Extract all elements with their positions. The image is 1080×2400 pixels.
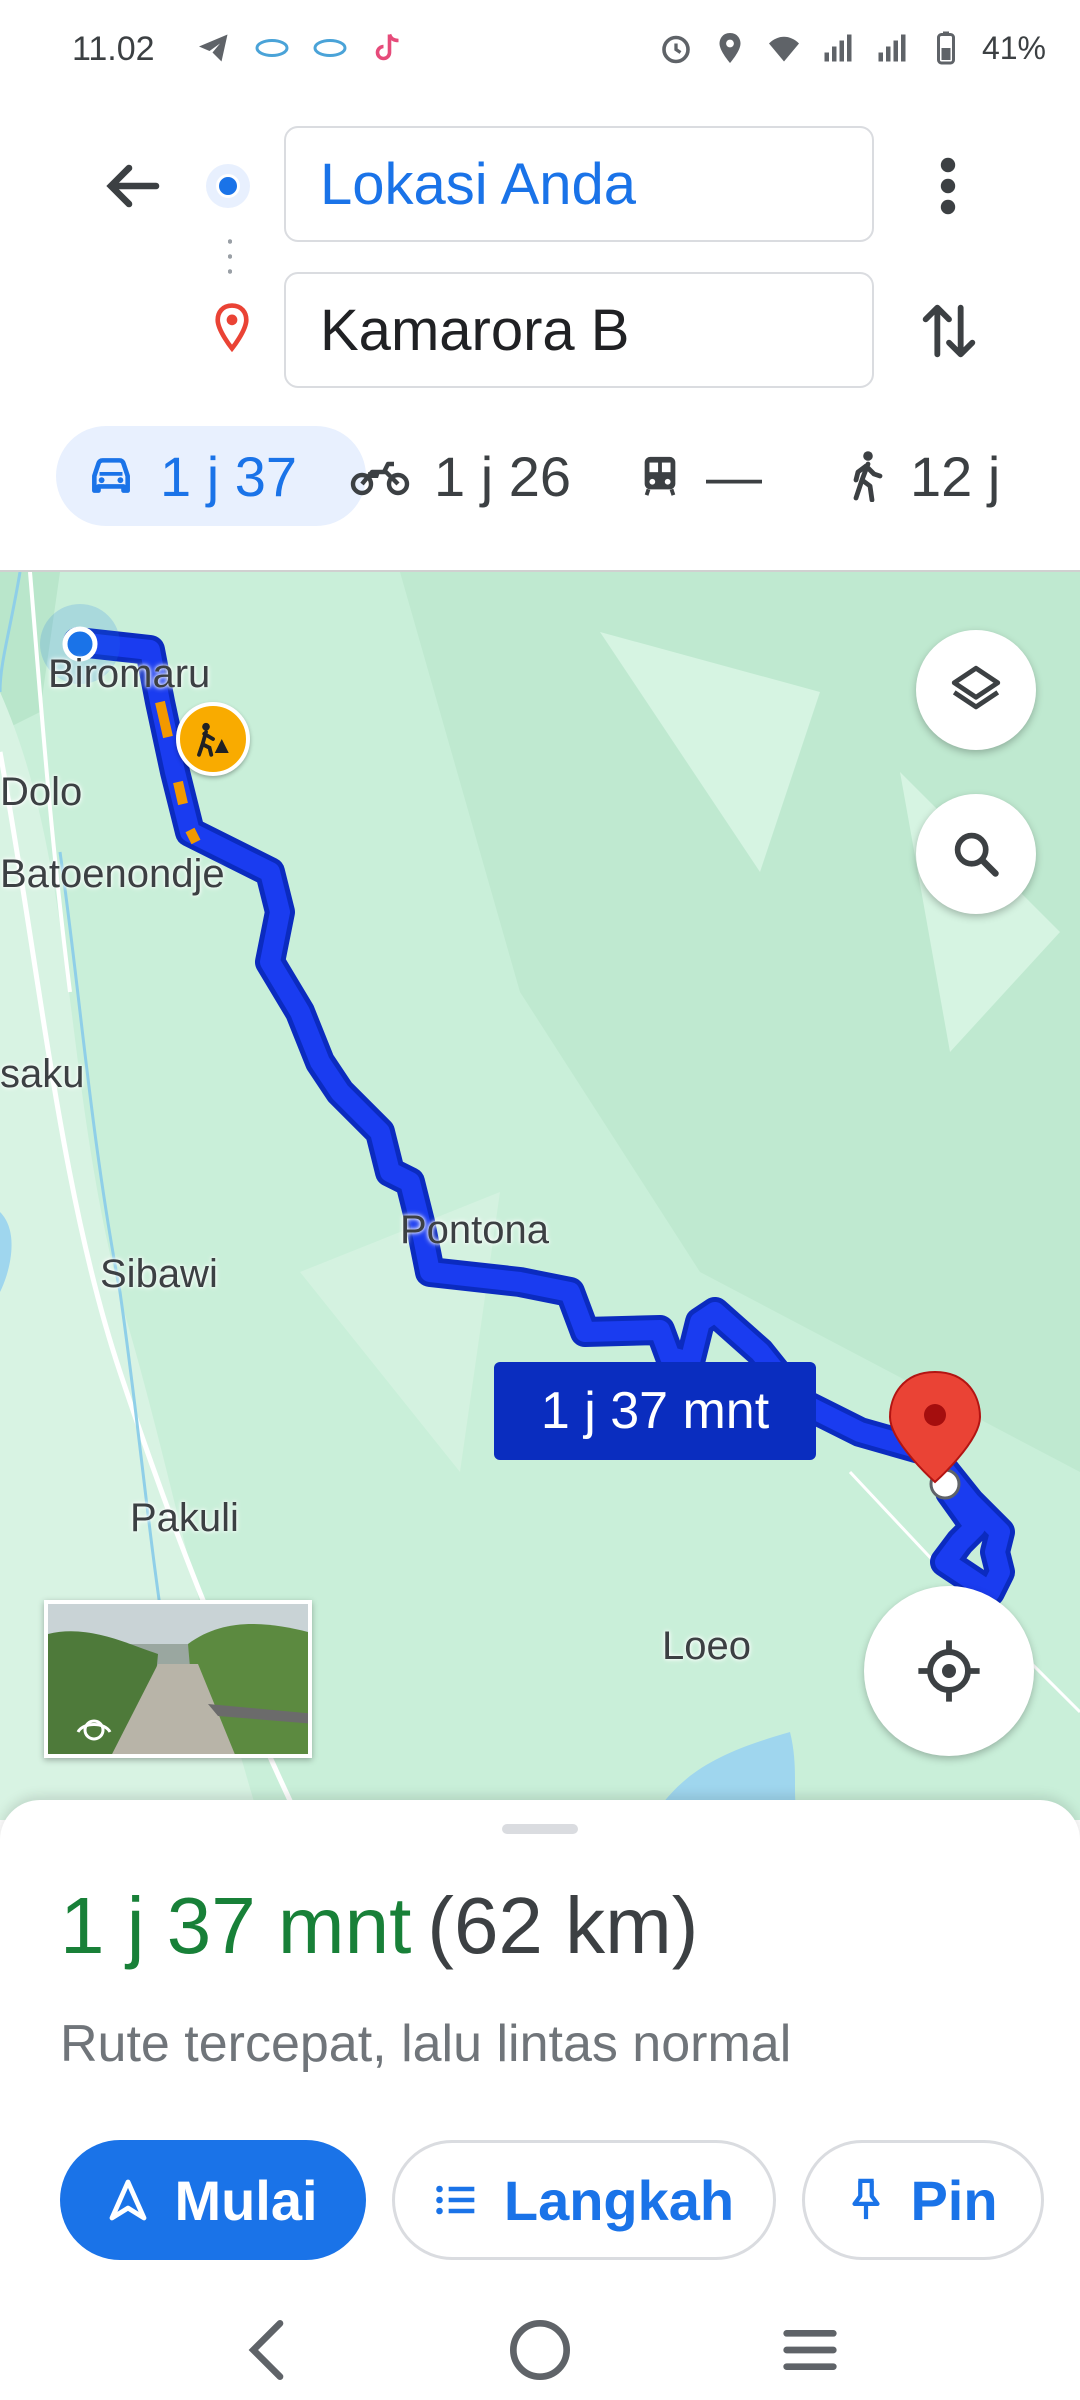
pin-button[interactable]: Pin bbox=[802, 2140, 1044, 2260]
search-along-route-button[interactable] bbox=[916, 794, 1036, 914]
place-label: Loeo bbox=[662, 1624, 751, 1668]
status-bar: 11.02 41% bbox=[0, 0, 1080, 100]
nav-recents-icon[interactable] bbox=[770, 2310, 850, 2390]
nav-home-icon[interactable] bbox=[500, 2310, 580, 2390]
origin-field[interactable]: Lokasi Anda bbox=[284, 126, 874, 242]
road-work-icon[interactable] bbox=[176, 702, 250, 776]
alarm-icon bbox=[662, 35, 690, 64]
status-notification-icons bbox=[196, 28, 406, 68]
signal-icon bbox=[824, 34, 852, 62]
pin-button-label: Pin bbox=[910, 2168, 998, 2232]
transit-icon bbox=[644, 456, 676, 496]
place-label: Sibawi bbox=[100, 1252, 218, 1296]
mode-tab-walking[interactable]: 12 j bbox=[846, 426, 1000, 526]
street-view-thumbnail[interactable] bbox=[44, 1600, 312, 1758]
status-time: 11.02 bbox=[72, 30, 155, 68]
swap-icon[interactable] bbox=[914, 294, 984, 368]
route-distance: (62 km) bbox=[427, 1881, 699, 1970]
destination-field[interactable]: Kamarora B bbox=[284, 272, 874, 388]
battery-percent: 41% bbox=[981, 29, 1046, 66]
pushpin-icon bbox=[852, 2178, 881, 2220]
motorcycle-icon bbox=[350, 461, 410, 496]
nav-back-icon[interactable] bbox=[230, 2310, 310, 2390]
route-map[interactable]: Biromaru Dolo Batoenondje saku Pontona S… bbox=[0, 570, 1080, 1820]
place-label: Batoenondje bbox=[0, 852, 225, 896]
app-icon bbox=[255, 39, 289, 57]
route-summary: 1 j 37 mnt (62 km) bbox=[60, 1880, 698, 1972]
walk-icon bbox=[853, 451, 883, 502]
status-system-icons: 41% bbox=[658, 28, 1046, 68]
place-label: saku bbox=[0, 1052, 85, 1096]
mode-time-transit: — bbox=[706, 444, 762, 508]
mode-time-driving: 1 j 37 bbox=[160, 444, 297, 508]
place-label: Pakuli bbox=[130, 1496, 239, 1540]
more-options-icon[interactable] bbox=[926, 150, 970, 222]
place-label: Biromaru bbox=[48, 652, 211, 696]
drag-handle[interactable] bbox=[502, 1824, 578, 1834]
route-eta-label[interactable]: 1 j 37 mnt bbox=[494, 1362, 816, 1460]
start-button-label: Mulai bbox=[174, 2168, 318, 2232]
steps-button[interactable]: Langkah bbox=[392, 2140, 776, 2260]
route-connector-dots bbox=[228, 234, 232, 280]
back-arrow-icon[interactable] bbox=[96, 150, 168, 222]
street-view-image bbox=[48, 1604, 308, 1754]
mode-tab-transit[interactable]: — bbox=[638, 426, 762, 526]
place-label: Pontona bbox=[400, 1208, 550, 1252]
my-location-button[interactable] bbox=[864, 1586, 1034, 1756]
mode-time-motorcycle: 1 j 26 bbox=[434, 444, 571, 508]
origin-dot-icon bbox=[206, 164, 250, 208]
place-label: Dolo bbox=[0, 770, 83, 814]
layers-icon bbox=[951, 665, 1001, 710]
app-icon bbox=[313, 39, 347, 57]
route-duration: 1 j 37 mnt bbox=[60, 1881, 412, 1970]
crosshair-icon bbox=[918, 1640, 980, 1702]
system-nav-bar bbox=[0, 2290, 1080, 2400]
list-icon bbox=[436, 2185, 475, 2215]
signal-icon bbox=[878, 34, 906, 62]
mode-tab-driving[interactable]: 1 j 37 bbox=[56, 426, 366, 526]
route-note: Rute tercepat, lalu lintas normal bbox=[60, 2015, 792, 2073]
search-icon bbox=[954, 832, 999, 877]
navigation-arrow-icon bbox=[110, 2179, 147, 2221]
travel-mode-tabs: 1 j 37 1 j 26 — 12 j bbox=[56, 426, 1056, 526]
wifi-icon bbox=[768, 36, 799, 62]
steps-button-label: Langkah bbox=[503, 2168, 735, 2232]
layers-button[interactable] bbox=[916, 630, 1036, 750]
battery-icon bbox=[936, 31, 955, 65]
car-icon bbox=[92, 458, 130, 493]
tiktok-icon bbox=[375, 33, 399, 61]
mode-tab-motorcycle[interactable]: 1 j 26 bbox=[350, 426, 571, 526]
mode-time-walking: 12 j bbox=[910, 444, 1001, 508]
location-icon bbox=[719, 33, 741, 63]
telegram-icon bbox=[199, 34, 228, 62]
destination-pin-icon bbox=[215, 303, 249, 352]
start-button[interactable]: Mulai bbox=[60, 2140, 366, 2260]
